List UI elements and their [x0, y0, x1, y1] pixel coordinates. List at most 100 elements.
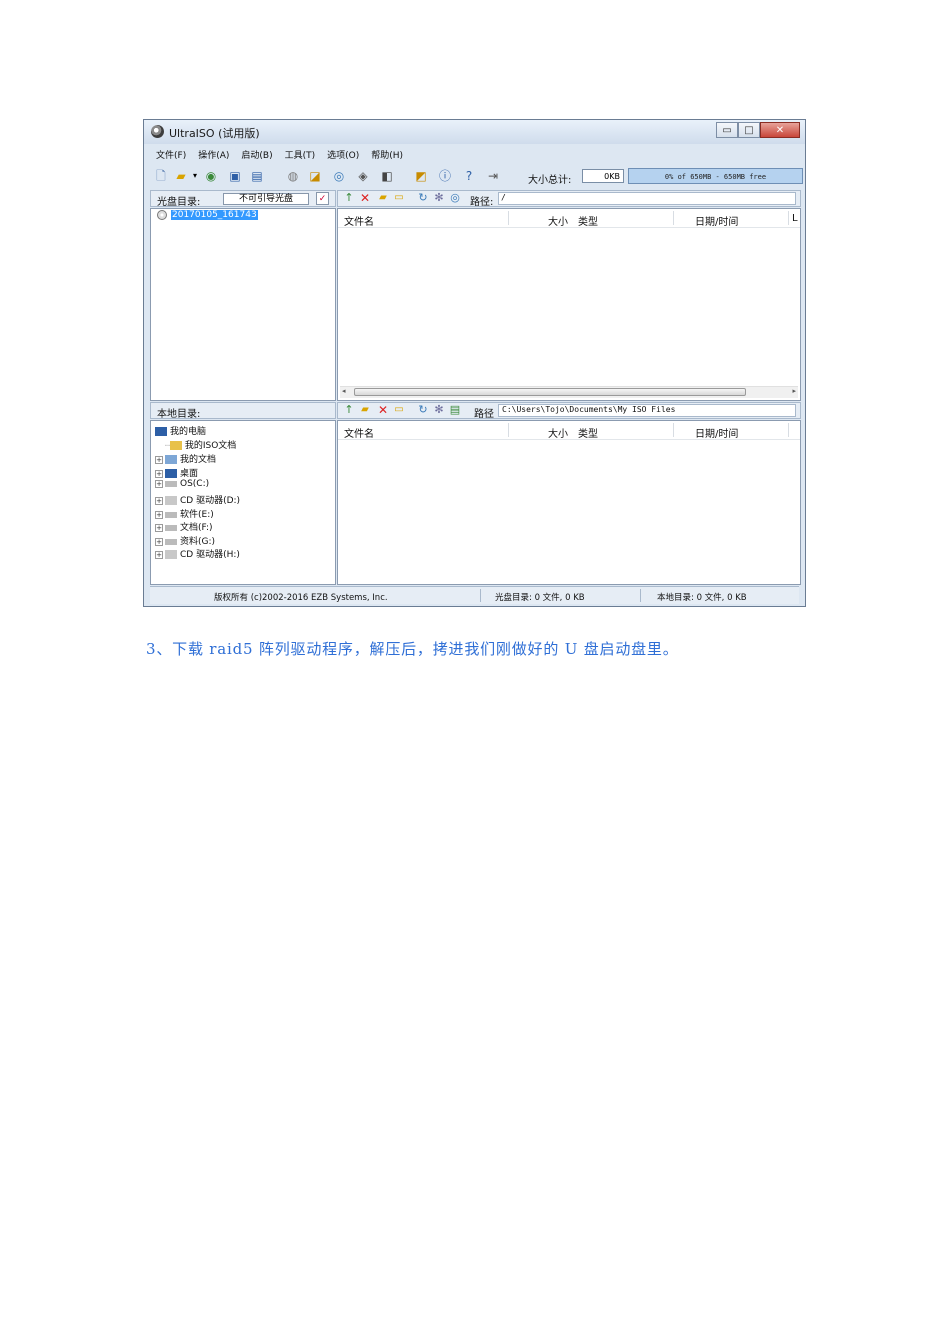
menu-actions[interactable]: 操作(A) — [192, 146, 235, 162]
col-type[interactable]: 类型 — [578, 213, 598, 228]
minimize-button[interactable]: ▭ — [716, 122, 738, 138]
tree-item-iso-docs[interactable]: ┈ 我的ISO文档 — [165, 438, 236, 451]
col-extra[interactable]: L — [792, 213, 798, 224]
scroll-thumb[interactable] — [354, 388, 746, 396]
virtual-drive-icon[interactable]: ◧ — [380, 169, 394, 183]
drive-icon — [165, 524, 177, 531]
tree-item-drive-f[interactable]: + 文档(F:) — [155, 520, 213, 533]
computer-icon — [155, 427, 167, 436]
tree-item-cd-drive-d[interactable]: + CD 驱动器(D:) — [155, 493, 240, 506]
drive-icon — [165, 511, 177, 518]
documents-icon — [165, 455, 177, 464]
local-dir-bar: 本地目录: — [150, 402, 336, 420]
cd-column-header: 文件名 大小 类型 日期/时间 L — [338, 209, 800, 228]
local-refresh-icon[interactable]: ↻ — [416, 403, 430, 417]
size-total-label: 大小总计: — [528, 175, 572, 186]
local-dir-label: 本地目录: — [157, 409, 201, 420]
desktop-icon — [165, 469, 177, 478]
cd-tree-pane: 20170105_161743 — [150, 208, 336, 401]
maximize-button[interactable]: □ — [738, 122, 760, 138]
title-bar: UltraISO (试用版) ▭ □ ✕ — [144, 120, 805, 144]
status-bar: 版权所有 (c)2002-2016 EZB Systems, Inc. 光盘目录… — [150, 586, 799, 604]
save-icon[interactable]: ▣ — [228, 169, 242, 183]
local-col-type[interactable]: 类型 — [578, 425, 598, 440]
local-settings-icon[interactable]: ✻ — [432, 403, 446, 417]
make-cd-image-icon[interactable]: ◍ — [286, 169, 300, 183]
menu-options[interactable]: 选项(O) — [321, 146, 365, 162]
tree-item-my-computer[interactable]: 我的电脑 — [155, 424, 206, 437]
cd-horizontal-scrollbar[interactable]: ◂ ▸ — [340, 386, 798, 398]
settings-icon[interactable]: ✻ — [432, 191, 446, 205]
local-add-icon[interactable]: ▭ — [392, 403, 406, 417]
cd-dir-label: 光盘目录: — [157, 197, 201, 208]
bootable-check-icon[interactable]: ✓ — [316, 192, 329, 205]
menu-bar: 文件(F) 操作(A) 启动(B) 工具(T) 选项(O) 帮助(H) — [150, 146, 799, 162]
cd-dir-bar: 光盘目录: 不可引导光盘 ✓ — [150, 190, 336, 208]
ultraiso-window: UltraISO (试用版) ▭ □ ✕ 文件(F) 操作(A) 启动(B) 工… — [143, 119, 806, 607]
open-folder-icon[interactable]: ▰ — [174, 169, 188, 183]
dropdown-arrow-icon[interactable]: ▾ — [188, 169, 202, 183]
tree-item-drive-c[interactable]: + OS(C:) — [155, 479, 209, 492]
cd-drive-icon — [165, 550, 177, 559]
cd-drive-icon — [165, 496, 177, 505]
close-button[interactable]: ✕ — [760, 122, 800, 138]
local-path-label: 路径 — [474, 409, 494, 420]
drive-icon — [165, 480, 177, 487]
status-cd-dir: 光盘目录: 0 文件, 0 KB — [495, 593, 585, 603]
local-files-bar: ↑ ▰ ✕ ▭ ↻ ✻ ▤ 路径 C:\Users\Tojo\Documents… — [337, 402, 801, 420]
extract-icon[interactable]: ◉ — [204, 169, 218, 183]
cd-root-node[interactable]: 20170105_161743 — [171, 210, 258, 220]
local-column-header: 文件名 大小 类型 日期/时间 — [338, 421, 800, 440]
capacity-bar: 0% of 650MB - 650MB free — [628, 168, 803, 184]
tree-item-drive-g[interactable]: + 资料(G:) — [155, 534, 215, 547]
caption-buttons: ▭ □ ✕ — [716, 122, 800, 138]
local-file-list: 文件名 大小 类型 日期/时间 — [337, 420, 801, 585]
cd-disc-icon — [157, 210, 167, 220]
window-title: UltraISO (试用版) — [169, 127, 260, 140]
local-new-folder-icon[interactable]: ▰ — [358, 403, 372, 417]
tree-item-my-documents[interactable]: + 我的文档 — [155, 452, 216, 465]
view-icon[interactable]: ◎ — [448, 191, 462, 205]
col-size[interactable]: 大小 — [548, 213, 568, 228]
menu-tools[interactable]: 工具(T) — [279, 146, 322, 162]
cd-volume-label-field[interactable]: 不可引导光盘 — [223, 193, 309, 205]
delete-icon[interactable]: ✕ — [358, 191, 372, 205]
add-folder-icon[interactable]: ▭ — [392, 191, 406, 205]
local-col-date[interactable]: 日期/时间 — [695, 425, 738, 440]
up-arrow-icon[interactable]: ↑ — [342, 191, 356, 205]
local-delete-icon[interactable]: ✕ — [376, 403, 390, 417]
tree-item-desktop[interactable]: + 桌面 — [155, 466, 198, 479]
cd-path-field[interactable] — [498, 192, 796, 205]
help-icon[interactable]: ? — [462, 169, 476, 183]
scroll-right-icon[interactable]: ▸ — [792, 387, 796, 395]
exit-icon[interactable]: ⇥ — [486, 169, 500, 183]
menu-bootable[interactable]: 启动(B) — [235, 146, 278, 162]
size-total-value: 0KB — [582, 169, 624, 183]
local-view-icon[interactable]: ▤ — [448, 403, 462, 417]
new-icon[interactable]: 🗋 — [154, 169, 168, 183]
col-date[interactable]: 日期/时间 — [695, 213, 738, 228]
cd-path-value: / — [501, 193, 506, 202]
properties-icon[interactable]: ⓘ — [438, 169, 452, 183]
cd-files-bar: ↑ ✕ ▰ ▭ ↻ ✻ ◎ 路径: / — [337, 190, 801, 208]
drive-icon — [165, 538, 177, 545]
tree-item-drive-e[interactable]: + 软件(E:) — [155, 507, 214, 520]
menu-file[interactable]: 文件(F) — [150, 146, 192, 162]
mount-icon[interactable]: ◎ — [332, 169, 346, 183]
save-as-icon[interactable]: ▤ — [250, 169, 264, 183]
capacity-text: 0% of 650MB - 650MB free — [664, 173, 767, 181]
app-disc-icon — [151, 125, 164, 138]
burn-icon[interactable]: ◪ — [308, 169, 322, 183]
cd-path-label: 路径: — [470, 197, 494, 208]
local-col-filename[interactable]: 文件名 — [344, 425, 374, 440]
local-up-arrow-icon[interactable]: ↑ — [342, 403, 356, 417]
col-filename[interactable]: 文件名 — [344, 213, 374, 228]
compress-icon[interactable]: ◈ — [356, 169, 370, 183]
convert-icon[interactable]: ◩ — [414, 169, 428, 183]
refresh-icon[interactable]: ↻ — [416, 191, 430, 205]
menu-help[interactable]: 帮助(H) — [365, 146, 409, 162]
local-col-size[interactable]: 大小 — [548, 425, 568, 440]
scroll-left-icon[interactable]: ◂ — [342, 387, 346, 395]
new-folder-icon[interactable]: ▰ — [376, 191, 390, 205]
tree-item-cd-drive-h[interactable]: + CD 驱动器(H:) — [155, 547, 240, 560]
